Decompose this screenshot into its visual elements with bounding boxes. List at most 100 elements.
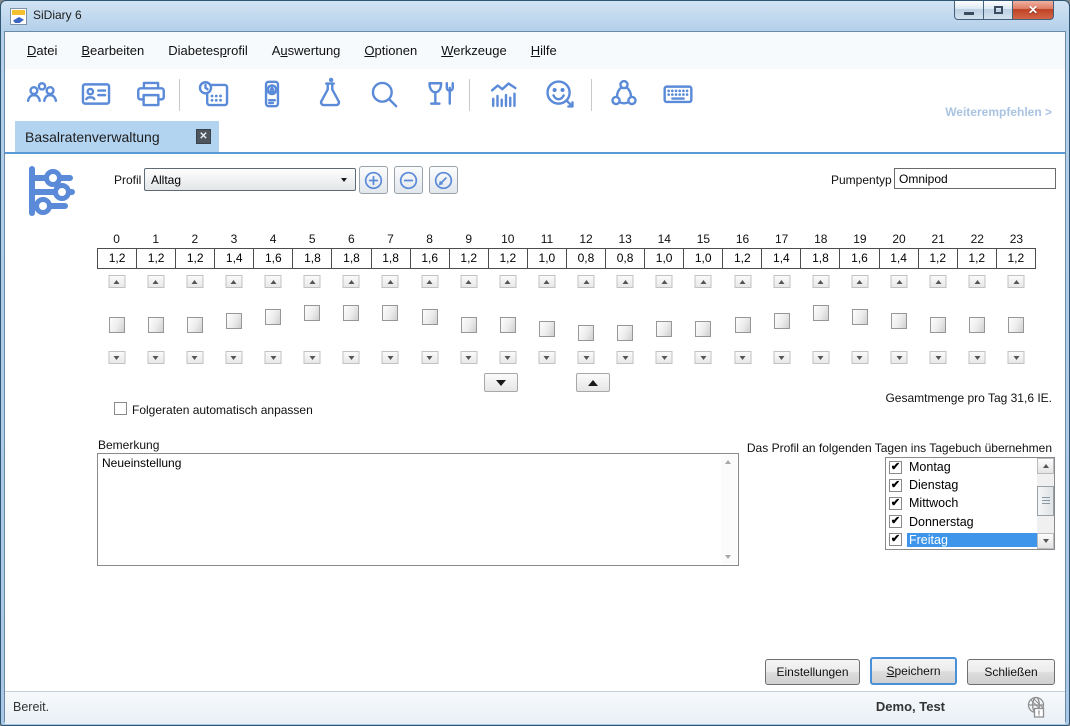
printer-icon[interactable] (134, 77, 168, 111)
day-item-dienstag[interactable]: ✔Dienstag (886, 476, 1054, 494)
slider-up-button[interactable] (421, 275, 438, 288)
slider-up-button[interactable] (499, 275, 516, 288)
slider-down-button[interactable] (695, 351, 712, 364)
slider-down-button[interactable] (734, 351, 751, 364)
slider-down-button[interactable] (930, 351, 947, 364)
slider-down-button[interactable] (225, 351, 242, 364)
slider-down-button[interactable] (343, 351, 360, 364)
share-icon[interactable] (607, 77, 641, 111)
menu-item-diabetesprofil[interactable]: Diabetesprofil (168, 43, 248, 58)
scroll-down-icon[interactable] (725, 555, 731, 559)
remark-scrollbar[interactable] (721, 455, 737, 564)
slider-thumb[interactable] (343, 305, 359, 321)
day-checkbox[interactable]: ✔ (889, 515, 902, 528)
slider-thumb[interactable] (578, 325, 594, 341)
slider-down-button[interactable] (538, 351, 555, 364)
calendar-clock-icon[interactable] (197, 77, 231, 111)
search-icon[interactable] (367, 77, 401, 111)
slider-thumb[interactable] (969, 317, 985, 333)
tab-basalratenverwaltung[interactable]: Basalratenverwaltung ✕ (15, 121, 219, 152)
slider-thumb[interactable] (148, 317, 164, 333)
menu-item-hilfe[interactable]: Hilfe (531, 43, 557, 58)
slider-up-button[interactable] (108, 275, 125, 288)
slider-down-button[interactable] (851, 351, 868, 364)
slider-thumb[interactable] (695, 321, 711, 337)
save-button[interactable]: Speichern (870, 657, 957, 685)
day-checkbox[interactable]: ✔ (889, 479, 902, 492)
keyboard-icon[interactable] (661, 77, 695, 111)
slider-up-button[interactable] (382, 275, 399, 288)
settings-button[interactable]: Einstellungen (765, 659, 860, 685)
slider-down-button[interactable] (460, 351, 477, 364)
slider-up-button[interactable] (891, 275, 908, 288)
slider-down-button[interactable] (891, 351, 908, 364)
menu-item-werkzeuge[interactable]: Werkzeuge (441, 43, 507, 58)
slider-thumb[interactable] (500, 317, 516, 333)
wine-glass-icon[interactable] (423, 77, 457, 111)
slider-thumb[interactable] (656, 321, 672, 337)
add-profile-button[interactable] (359, 166, 388, 194)
slider-thumb[interactable] (1008, 317, 1024, 333)
menu-item-bearbeiten[interactable]: Bearbeiten (81, 43, 144, 58)
users-icon[interactable] (25, 77, 59, 111)
slider-up-button[interactable] (812, 275, 829, 288)
slider-down-button[interactable] (304, 351, 321, 364)
slider-thumb[interactable] (226, 313, 242, 329)
slider-thumb[interactable] (187, 317, 203, 333)
slider-thumb[interactable] (617, 325, 633, 341)
slider-down-button[interactable] (382, 351, 399, 364)
slider-down-button[interactable] (969, 351, 986, 364)
slider-thumb[interactable] (852, 309, 868, 325)
slider-up-button[interactable] (773, 275, 790, 288)
slider-thumb[interactable] (304, 305, 320, 321)
minimize-button[interactable] (954, 1, 984, 20)
day-item-montag[interactable]: ✔Montag (886, 458, 1054, 476)
nudge-up-button[interactable] (576, 373, 610, 392)
smiley-icon[interactable] (543, 77, 577, 111)
slider-up-button[interactable] (538, 275, 555, 288)
slider-up-button[interactable] (851, 275, 868, 288)
slider-thumb[interactable] (735, 317, 751, 333)
title-bar[interactable]: SiDiary 6 ✕ (1, 1, 1069, 31)
slider-up-button[interactable] (656, 275, 673, 288)
slider-up-button[interactable] (460, 275, 477, 288)
chart-icon[interactable] (487, 77, 521, 111)
day-checkbox[interactable]: ✔ (889, 497, 902, 510)
close-dialog-button[interactable]: Schließen (967, 659, 1055, 685)
slider-thumb[interactable] (813, 305, 829, 321)
day-checkbox[interactable]: ✔ (889, 461, 902, 474)
recommend-link[interactable]: Weiterempfehlen > (945, 105, 1052, 119)
slider-down-button[interactable] (421, 351, 438, 364)
slider-thumb[interactable] (461, 317, 477, 333)
flask-icon[interactable] (313, 77, 347, 111)
slider-up-button[interactable] (617, 275, 634, 288)
slider-up-button[interactable] (147, 275, 164, 288)
slider-up-button[interactable] (304, 275, 321, 288)
day-checkbox[interactable]: ✔ (889, 533, 902, 546)
slider-down-button[interactable] (265, 351, 282, 364)
slider-thumb[interactable] (265, 309, 281, 325)
scroll-up-icon[interactable] (725, 460, 731, 464)
slider-down-button[interactable] (108, 351, 125, 364)
profile-select[interactable]: Alltag (144, 168, 356, 191)
edit-profile-button[interactable] (429, 166, 458, 194)
slider-thumb[interactable] (539, 321, 555, 337)
slider-thumb[interactable] (774, 313, 790, 329)
slider-thumb[interactable] (930, 317, 946, 333)
slider-up-button[interactable] (265, 275, 282, 288)
slider-up-button[interactable] (695, 275, 712, 288)
slider-down-button[interactable] (656, 351, 673, 364)
slider-up-button[interactable] (969, 275, 986, 288)
slider-up-button[interactable] (578, 275, 595, 288)
slider-thumb[interactable] (382, 305, 398, 321)
slider-thumb[interactable] (109, 317, 125, 333)
day-list-scrollbar[interactable] (1037, 458, 1054, 549)
glucose-meter-icon[interactable] (255, 77, 289, 111)
id-card-icon[interactable] (79, 77, 113, 111)
slider-down-button[interactable] (1008, 351, 1025, 364)
slider-thumb[interactable] (422, 309, 438, 325)
menu-item-auswertung[interactable]: Auswertung (272, 43, 341, 58)
pump-type-input[interactable] (894, 168, 1056, 189)
slider-up-button[interactable] (930, 275, 947, 288)
day-item-freitag[interactable]: ✔Freitag (886, 531, 1054, 549)
